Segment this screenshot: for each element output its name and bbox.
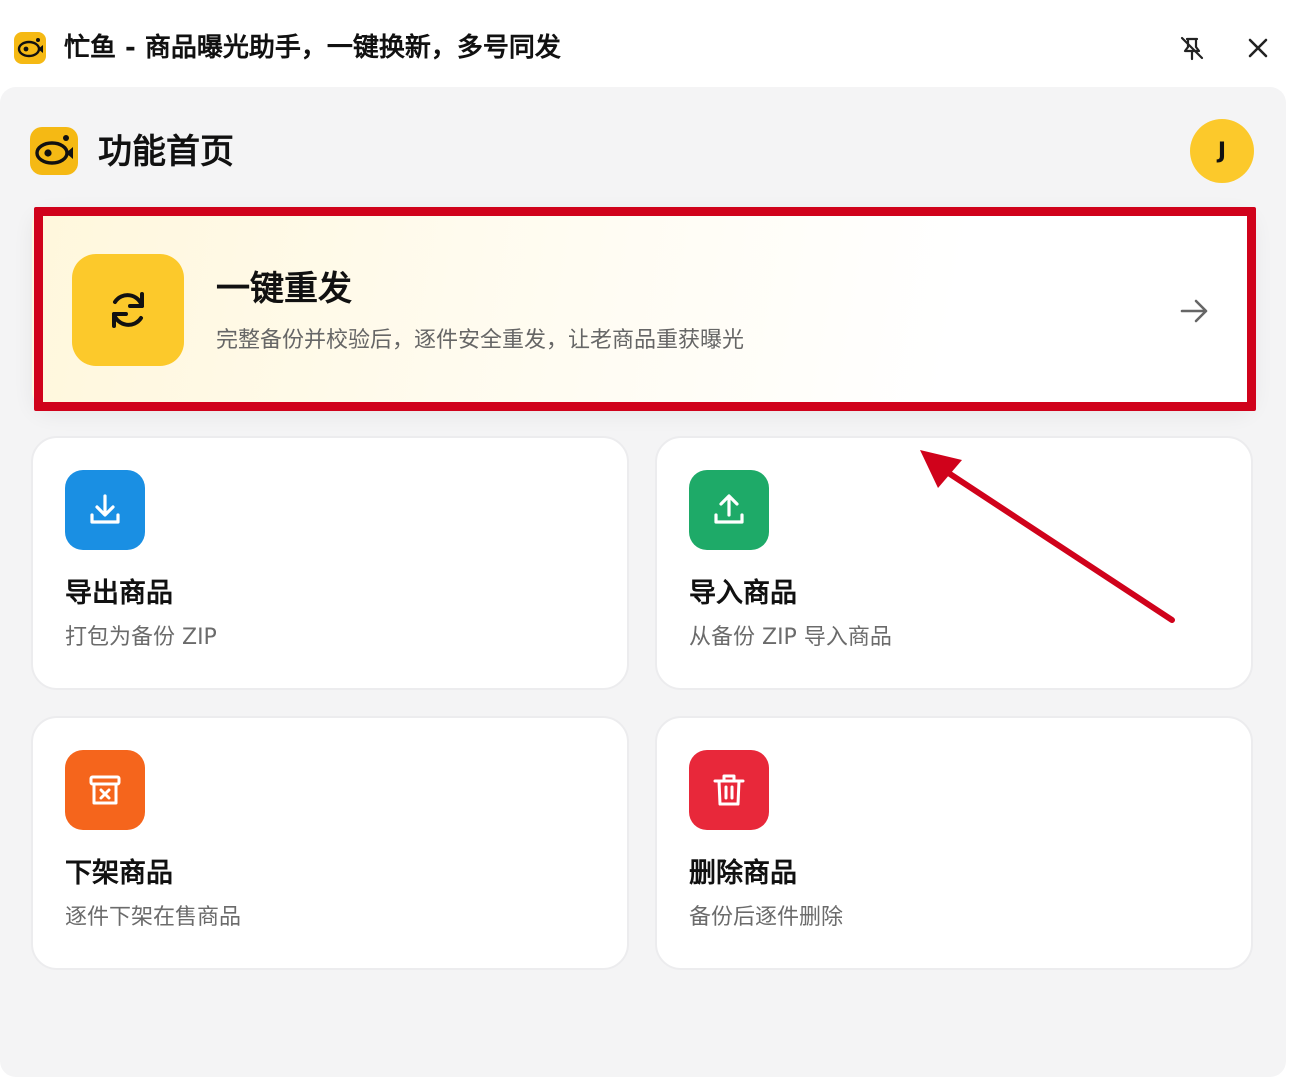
upload-icon — [689, 470, 769, 550]
arrow-right-icon — [1174, 291, 1214, 331]
refresh-icon — [72, 254, 184, 366]
close-button[interactable] — [1238, 28, 1278, 68]
window-titlebar: 忙鱼 - 商品曝光助手，一键换新，多号同发 — [0, 0, 1304, 88]
card-subtitle: 从备份 ZIP 导入商品 — [689, 625, 892, 650]
trash-icon — [689, 750, 769, 830]
card-subtitle: 备份后逐件删除 — [689, 905, 844, 930]
card-subtitle: 逐件下架在售商品 — [65, 905, 242, 930]
republish-subtitle: 完整备份并校验后，逐件安全重发，让老商品重获曝光 — [216, 328, 745, 353]
export-products-card[interactable]: 导出商品 打包为备份 ZIP — [31, 436, 629, 690]
archive-x-icon — [65, 750, 145, 830]
card-subtitle: 打包为备份 ZIP — [65, 625, 217, 650]
app-logo-icon — [14, 32, 46, 64]
header-logo-icon — [30, 127, 78, 175]
pin-off-icon[interactable] — [1172, 28, 1212, 68]
download-icon — [65, 470, 145, 550]
card-title: 导入商品 — [689, 578, 797, 609]
delete-products-card[interactable]: 删除商品 备份后逐件删除 — [655, 716, 1253, 970]
user-avatar[interactable]: J — [1190, 119, 1254, 183]
import-products-card[interactable]: 导入商品 从备份 ZIP 导入商品 — [655, 436, 1253, 690]
card-title: 删除商品 — [689, 858, 797, 889]
page-title: 功能首页 — [98, 132, 234, 172]
republish-title: 一键重发 — [216, 269, 352, 309]
close-icon — [1248, 38, 1268, 58]
window-title: 忙鱼 - 商品曝光助手，一键换新，多号同发 — [64, 33, 561, 63]
unlist-products-card[interactable]: 下架商品 逐件下架在售商品 — [31, 716, 629, 970]
card-title: 导出商品 — [65, 578, 173, 609]
card-title: 下架商品 — [65, 858, 173, 889]
